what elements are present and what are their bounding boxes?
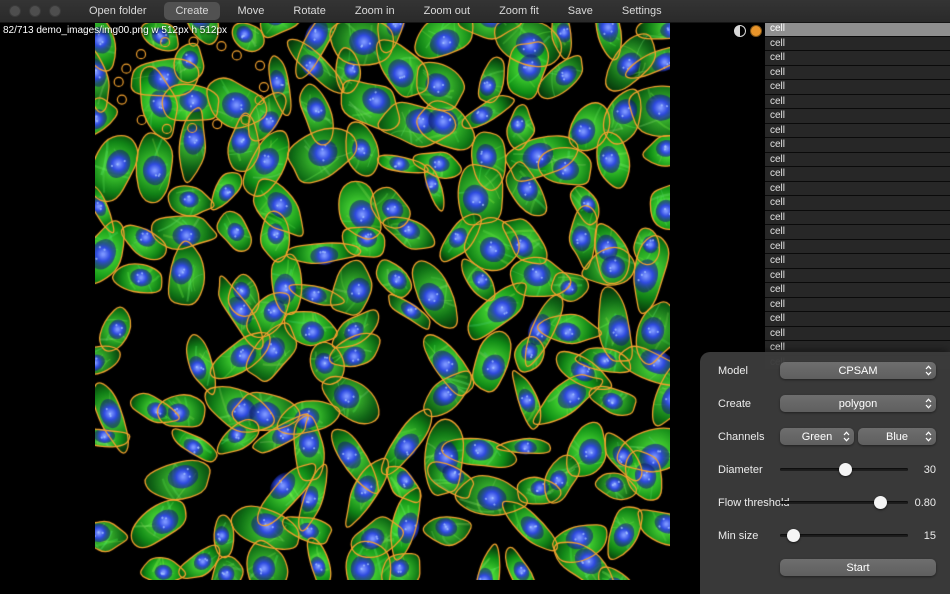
cell-list-item[interactable]: cell [765, 196, 950, 211]
channel-blue-dropdown[interactable]: Blue [858, 428, 936, 445]
toolbar-create-button[interactable]: Create [164, 2, 219, 20]
cell-list-item[interactable]: cell [765, 182, 950, 197]
slider-knob[interactable] [839, 463, 852, 476]
channels-label: Channels [718, 431, 764, 443]
min-size-value: 15 [924, 530, 936, 542]
cell-list-item[interactable]: cell [765, 225, 950, 240]
cell-list-item[interactable]: cell [765, 240, 950, 255]
slider-track [780, 501, 908, 504]
toolbar-rotate-button[interactable]: Rotate [282, 2, 336, 20]
toolbar-zoom-out-button[interactable]: Zoom out [413, 2, 481, 20]
min-size-label: Min size [718, 530, 758, 542]
diameter-label: Diameter [718, 464, 763, 476]
cell-list-item[interactable]: cell [765, 95, 950, 110]
chevron-updown-icon [925, 431, 932, 442]
cell-list-item[interactable]: cell [765, 153, 950, 168]
slider-knob[interactable] [874, 496, 887, 509]
mask-display-controls [734, 25, 762, 37]
microscopy-image[interactable] [95, 22, 670, 580]
chevron-updown-icon [843, 431, 850, 442]
diameter-row: Diameter 30 [718, 461, 936, 479]
channel-blue-value: Blue [886, 431, 908, 443]
create-label: Create [718, 398, 751, 410]
maximize-window-button[interactable] [49, 5, 61, 17]
cell-list-item[interactable]: cell [765, 211, 950, 226]
toolbar: Open folder Create Move Rotate Zoom in Z… [0, 0, 950, 23]
create-dropdown[interactable]: polygon [780, 395, 936, 412]
diameter-slider[interactable] [780, 461, 908, 478]
chevron-updown-icon [925, 398, 932, 409]
flow-threshold-value: 0.80 [915, 497, 936, 509]
flow-threshold-row: Flow threshold 0.80 [718, 494, 936, 512]
toolbar-zoom-fit-button[interactable]: Zoom fit [488, 2, 550, 20]
cell-list-item[interactable]: cell [765, 37, 950, 52]
toolbar-settings-button[interactable]: Settings [611, 2, 673, 20]
toolbar-move-button[interactable]: Move [227, 2, 276, 20]
toolbar-save-button[interactable]: Save [557, 2, 604, 20]
model-label: Model [718, 365, 748, 377]
cell-list-item[interactable]: cell [765, 269, 950, 284]
chevron-updown-icon [925, 365, 932, 376]
cell-list-item[interactable]: cell [765, 298, 950, 313]
create-dropdown-value: polygon [839, 398, 878, 410]
cell-list-item[interactable]: cell [765, 312, 950, 327]
cell-list-item[interactable]: cell [765, 138, 950, 153]
slider-knob[interactable] [787, 529, 800, 542]
image-status-text: 82/713 demo_images/img00.png w 512px h 5… [3, 25, 227, 36]
channels-row: Channels Green Blue [718, 428, 936, 446]
cell-list-item[interactable]: cell [765, 283, 950, 298]
min-size-slider[interactable] [780, 527, 908, 544]
segmentation-panel: Model CPSAM Create polygon Channels Gree… [700, 352, 950, 594]
min-size-row: Min size 15 [718, 527, 936, 545]
toolbar-zoom-in-button[interactable]: Zoom in [344, 2, 406, 20]
channel-green-dropdown[interactable]: Green [780, 428, 854, 445]
cell-list-item[interactable]: cell [765, 22, 950, 37]
cell-list-item[interactable]: cell [765, 109, 950, 124]
flow-threshold-slider[interactable] [780, 494, 908, 511]
channel-green-value: Green [802, 431, 833, 443]
cell-list-item[interactable]: cell [765, 167, 950, 182]
create-row: Create polygon [718, 395, 936, 413]
outline-color-swatch-icon[interactable] [750, 25, 762, 37]
mask-opacity-icon[interactable] [734, 25, 746, 37]
start-button[interactable]: Start [780, 559, 936, 576]
cell-list-item[interactable]: cell [765, 51, 950, 66]
diameter-value: 30 [924, 464, 936, 476]
minimize-window-button[interactable] [29, 5, 41, 17]
toolbar-open-folder-button[interactable]: Open folder [78, 2, 157, 20]
cell-list-item[interactable]: cell [765, 327, 950, 342]
start-row: Start [718, 559, 936, 577]
cell-list-item[interactable]: cell [765, 254, 950, 269]
model-dropdown[interactable]: CPSAM [780, 362, 936, 379]
cell-list-item[interactable]: cell [765, 124, 950, 139]
flow-threshold-label: Flow threshold [718, 497, 790, 509]
close-window-button[interactable] [9, 5, 21, 17]
traffic-lights [9, 5, 61, 17]
cell-list-item[interactable]: cell [765, 80, 950, 95]
model-dropdown-value: CPSAM [838, 365, 877, 377]
model-row: Model CPSAM [718, 362, 936, 380]
cell-list-item[interactable]: cell [765, 66, 950, 81]
